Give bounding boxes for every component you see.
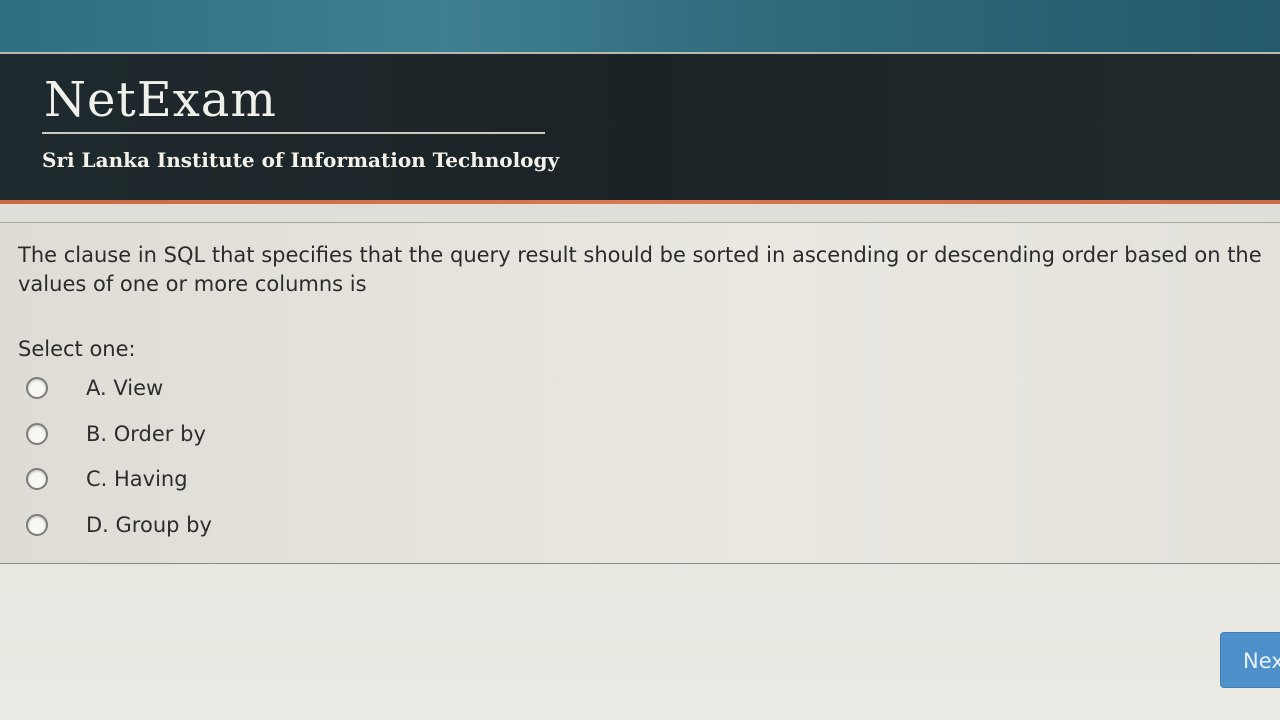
option-b-label[interactable]: B. Order by bbox=[86, 422, 206, 446]
option-b[interactable]: B. Order by bbox=[26, 419, 426, 449]
option-c-label[interactable]: C. Having bbox=[86, 467, 188, 491]
header-accent-bar bbox=[0, 200, 1280, 204]
select-one-label: Select one: bbox=[18, 337, 136, 361]
institute-name: Sri Lanka Institute of Information Techn… bbox=[42, 148, 560, 172]
top-background-strip bbox=[0, 0, 1280, 54]
option-a-label[interactable]: A. View bbox=[86, 376, 163, 400]
next-button[interactable]: Nex bbox=[1220, 632, 1280, 688]
radio-button-d[interactable] bbox=[26, 514, 48, 536]
option-a[interactable]: A. View bbox=[26, 373, 426, 403]
option-c[interactable]: C. Having bbox=[26, 464, 426, 494]
logo-underline bbox=[42, 132, 545, 134]
option-d[interactable]: D. Group by bbox=[26, 510, 426, 540]
site-logo: NetExam bbox=[44, 72, 277, 128]
question-panel: The clause in SQL that specifies that th… bbox=[0, 222, 1280, 564]
site-header: NetExam Sri Lanka Institute of Informati… bbox=[0, 52, 1280, 200]
question-text: The clause in SQL that specifies that th… bbox=[18, 243, 1262, 296]
option-d-label[interactable]: D. Group by bbox=[86, 513, 212, 537]
radio-button-c[interactable] bbox=[26, 468, 48, 490]
radio-button-a[interactable] bbox=[26, 377, 48, 399]
radio-button-b[interactable] bbox=[26, 423, 48, 445]
